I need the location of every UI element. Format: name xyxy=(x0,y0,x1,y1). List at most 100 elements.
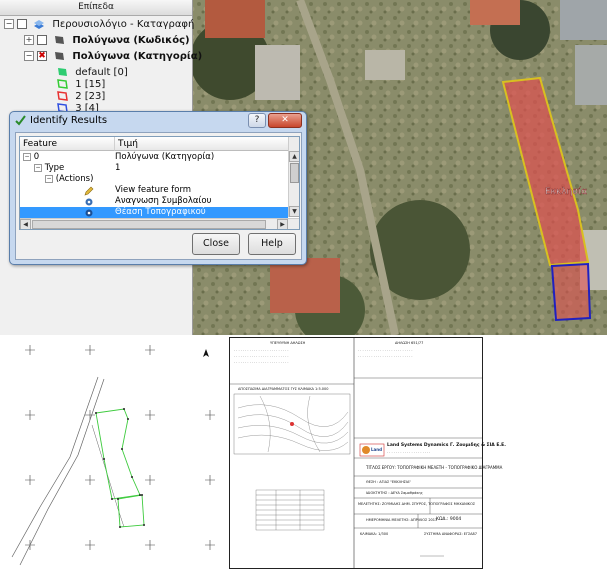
scroll-up-icon[interactable]: ▲ xyxy=(289,151,299,162)
polygon-layer-icon xyxy=(55,36,65,44)
scroll-right-icon[interactable]: ▶ xyxy=(277,219,288,229)
expand-toggle[interactable]: + xyxy=(24,35,34,45)
gear-icon xyxy=(85,209,93,217)
value-cell: View feature form xyxy=(115,185,192,195)
reference-system: ΣΥΣΤΗΜΑ ΑΝΑΦΟΡΑΣ: ΕΓΣΑ87 xyxy=(424,532,478,536)
feature-cell: 0 xyxy=(33,152,40,162)
vertex-markers xyxy=(95,408,145,528)
engineer-line: ΜΕΛΕΤΗΤΗΣ: ΖΟΥΜΙΔΗΣ ΔΗΜ. ΣΠΥΡΟΣ, ΤΟΠΟΓΡΑ… xyxy=(358,502,476,506)
plan-canvas xyxy=(11,345,215,566)
legend-swatch-icon xyxy=(58,68,67,76)
cad-plan-drawing xyxy=(0,337,229,569)
close-button[interactable]: Close xyxy=(192,233,240,255)
building-roof xyxy=(560,0,607,40)
building-roof xyxy=(270,258,340,313)
declaration-text: . . . . . . . . . . . . . . . . . . . . … xyxy=(234,360,289,364)
tree-row[interactable]: − (Actions) xyxy=(20,174,288,185)
layer-group-icon xyxy=(34,20,45,29)
legend-label: 1 [15] xyxy=(75,79,106,90)
owner-line: ΙΔΙΟΚΤΗΤΗΣ : ΔΕΥΑ Σαμοθράκης xyxy=(366,491,423,495)
building-roof xyxy=(470,0,520,25)
building-roof xyxy=(205,0,265,38)
legend-label: default [0] xyxy=(75,67,128,78)
declaration-text: . . . . . . . . . . . . . . . . . . . . … xyxy=(358,354,413,358)
legend-swatch-icon xyxy=(57,79,68,89)
scroll-down-icon[interactable]: ▼ xyxy=(289,206,299,217)
declaration-text: . . . . . . . . . . . . . . . . . . . . … xyxy=(234,348,289,352)
map-caption: ΑΠΟΣΠΑΣΜΑ ΔΙΑΓΡΑΜΜΑΤΟΣ ΓΥΣ ΚΛΙΜΑΚΑ 1:5.0… xyxy=(238,387,329,391)
collapse-toggle[interactable]: − xyxy=(24,51,34,61)
legend-swatch-icon xyxy=(57,91,68,101)
annex-outline xyxy=(117,494,145,528)
coordinates-table xyxy=(255,489,325,531)
gear-icon xyxy=(85,198,93,206)
tree-row-action[interactable]: Αναγνωση Συμβολαίου xyxy=(20,196,288,207)
dialog-body: Feature Τιμή − 0 Πολύγωνα (Κατηγορία) − … xyxy=(15,132,302,260)
road-edge xyxy=(19,378,105,566)
tree-toggle[interactable]: − xyxy=(45,174,53,183)
scroll-thumb[interactable] xyxy=(290,163,299,183)
building-roof xyxy=(365,50,405,80)
declaration-number: ΔΗΛΩΣΗ 651/77 xyxy=(395,341,424,345)
layer-group-row[interactable]: − Περουσιολόγιο - Καταγραφή xyxy=(4,18,194,32)
layer-checkbox[interactable] xyxy=(17,19,27,29)
dialog-title: Identify Results xyxy=(30,115,108,126)
close-icon[interactable]: ✕ xyxy=(268,113,302,128)
tree-row-action-selected[interactable]: Θέαση Τοπογραφικού xyxy=(20,207,288,218)
feature-cell: Type xyxy=(44,163,65,173)
scroll-thumb[interactable] xyxy=(32,220,266,229)
value-cell: 1 xyxy=(115,163,121,173)
church-annex-polygon[interactable] xyxy=(550,262,592,322)
dialog-titlebar[interactable]: Identify Results ? ✕ xyxy=(10,112,306,130)
north-arrow-icon xyxy=(203,349,209,357)
help-button[interactable]: Help xyxy=(248,233,296,255)
layer-group-label: Περουσιολόγιο - Καταγραφή xyxy=(52,19,195,30)
study-date: ΗΜΕΡΟΜΗΝΙΑ ΜΕΛΕΤΗΣ: ΑΠΡΙΛΙΟΣ 2013 xyxy=(366,518,438,522)
company-address: . . . . . . . . . . . . . . . . . . . . xyxy=(387,450,431,454)
layer-label: Πολύγωνα (Κωδικός) xyxy=(72,35,190,46)
identify-icon xyxy=(15,115,26,126)
help-title-button[interactable]: ? xyxy=(248,113,266,128)
subject-line: ΘΕΣΗ : ΑΓΙΑΣ "ΕΚΚΛΗΣΙΑ" xyxy=(366,480,411,484)
svg-text:Land: Land xyxy=(371,447,382,452)
parcel-outline xyxy=(95,408,141,500)
tree-row[interactable]: − 0 Πολύγωνα (Κατηγορία) xyxy=(20,152,288,163)
layer-label: Πολύγωνα (Κατηγορία) xyxy=(72,51,203,62)
tree-toggle[interactable]: − xyxy=(23,152,31,161)
layer-checkbox-checked[interactable]: ✖ xyxy=(37,51,47,61)
column-header-value[interactable]: Τιμή xyxy=(115,137,289,151)
project-title: ΤΙΤΛΟΣ ΕΡΓΟΥ: ΤΟΠΟΓΡΑΦΙΚΗ ΜΕΛΕΤΗ - ΤΟΠΟΓ… xyxy=(366,465,503,470)
column-header-feature[interactable]: Feature xyxy=(20,137,115,151)
layer-checkbox[interactable] xyxy=(37,35,47,45)
layers-panel-title: Επίπεδα xyxy=(0,0,192,16)
polygon-layer-icon xyxy=(55,52,65,60)
tree-row-action[interactable]: View feature form xyxy=(20,185,288,196)
building-roof xyxy=(255,45,300,100)
declaration-heading: ΥΠΕΥΘΥΝΗ ΔΗΛΩΣΗ xyxy=(270,341,306,345)
identify-results-dialog: Identify Results ? ✕ Feature Τιμή − 0 Πο… xyxy=(9,111,307,265)
value-cell: Πολύγωνα (Κατηγορία) xyxy=(115,152,215,162)
pencil-icon xyxy=(84,186,94,196)
company-logo: Land xyxy=(359,443,385,457)
layer-row-code[interactable]: + Πολύγωνα (Κωδικός) xyxy=(24,34,190,48)
value-cell: Αναγνωση Συμβολαίου xyxy=(115,196,212,206)
tree-toggle[interactable]: − xyxy=(34,163,42,172)
vertical-scrollbar[interactable]: ▲ ▼ xyxy=(288,137,299,217)
gis-window: Εκκλησία Επίπεδα − Περουσιολόγιο - Καταγ… xyxy=(0,0,607,335)
scroll-left-icon[interactable]: ◀ xyxy=(20,219,31,229)
declaration-text: . . . . . . . . . . . . . . . . . . . . … xyxy=(234,354,289,358)
layer-row-category[interactable]: − ✖ Πολύγωνα (Κατηγορία) xyxy=(24,50,202,64)
grid-crosses xyxy=(25,345,215,550)
declaration-text: . . . . . . . . . . . . . . . . . . . . … xyxy=(358,348,413,352)
horizontal-scrollbar[interactable]: ◀ ▶ xyxy=(20,218,299,229)
tree-row[interactable]: − Type 1 xyxy=(20,163,288,174)
drawing-sheet: Land ΥΠΕΥΘΥΝΗ ΔΗΛΩΣΗ . . . . . . . . . .… xyxy=(229,337,506,569)
contour-map xyxy=(233,393,351,455)
results-tree[interactable]: Feature Τιμή − 0 Πολύγωνα (Κατηγορία) − … xyxy=(19,136,300,230)
polygon-label: Εκκλησία xyxy=(545,187,587,197)
collapse-toggle[interactable]: − xyxy=(4,19,14,29)
drawing-scale: ΚΛΙΜΑΚΑ: 1/300 xyxy=(360,532,389,536)
value-cell: Θέαση Τοπογραφικού xyxy=(115,207,206,217)
road-edge xyxy=(11,376,99,558)
building-roof xyxy=(575,45,607,105)
